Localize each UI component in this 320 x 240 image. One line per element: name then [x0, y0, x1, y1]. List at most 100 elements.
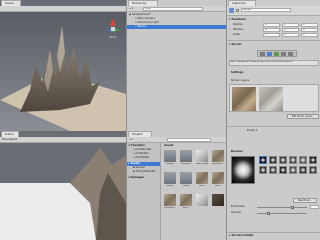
- stone-icon: [196, 172, 208, 184]
- transform-row-label: Position: [233, 23, 244, 26]
- brush-swatch[interactable]: [299, 166, 307, 174]
- scene-view-panel: Scene Persp: [0, 0, 126, 131]
- hierarchy-item-label: Main Camera: [137, 17, 155, 20]
- tree-icon[interactable]: [274, 52, 279, 56]
- terrain-layers-box: [229, 84, 319, 112]
- terrain-collider-header[interactable]: ▸ Terrain Collider: [229, 234, 254, 238]
- asset-tile[interactable]: Terrain..: [163, 171, 177, 191]
- brush-swatch[interactable]: [279, 166, 287, 174]
- hierarchy-toolbar: + ▾ Q-All: [127, 6, 226, 12]
- scene-tab-label: Scene: [5, 1, 15, 5]
- brush-swatch[interactable]: [309, 166, 317, 174]
- brush-swatch[interactable]: [289, 166, 297, 174]
- asset-tile[interactable]: Rock..: [211, 171, 225, 191]
- game-tab-label: Game: [5, 132, 14, 136]
- asset-grid: Scenes Tiling Ma.. New Terrain MossRock.. Te…: [163, 149, 226, 239]
- help-box: Paint the selected material layer onto t…: [229, 60, 319, 66]
- slider-handle[interactable]: [267, 212, 270, 215]
- opacity-slider[interactable]: [257, 212, 307, 215]
- object-name-field[interactable]: Terrain: [241, 8, 291, 12]
- brush-size-slider[interactable]: [257, 206, 307, 209]
- hierarchy-item-label: Terrain: [137, 25, 147, 28]
- cube-icon: [229, 8, 234, 13]
- edit-terrain-layers-button[interactable]: Edit Terrain Layers...: [287, 114, 319, 119]
- hierarchy-search-input[interactable]: Q-All: [143, 7, 203, 11]
- asset-tile-label: Tiling Ma..: [180, 163, 192, 165]
- position-x-field[interactable]: 0: [263, 23, 280, 27]
- divider: [227, 232, 320, 233]
- stone-icon: [164, 194, 176, 206]
- rotation-y-field[interactable]: 0: [282, 28, 299, 32]
- persp-label: Persp: [109, 36, 117, 39]
- folder-icon: [164, 150, 176, 162]
- asset-tile[interactable]: [211, 193, 225, 213]
- asset-tile[interactable]: Scenes: [163, 149, 177, 169]
- terrain-layers-label: Terrain Layers: [231, 79, 250, 82]
- create-dropdown[interactable]: + ▾: [129, 7, 133, 10]
- divider: [227, 40, 320, 41]
- asset-tile[interactable]: [195, 193, 209, 213]
- inspector-panel: Inspector Terrain ▾ Transform Position R…: [226, 0, 320, 240]
- terrain-layer-thumb[interactable]: [259, 87, 283, 111]
- asset-tile-label: New Terrain: [195, 163, 209, 165]
- project-create-dropdown[interactable]: + ▾: [129, 138, 133, 141]
- asset-tile[interactable]: Stones: [179, 171, 193, 191]
- aspect-dropdown[interactable]: Free Aspect: [2, 138, 17, 141]
- project-search-input[interactable]: [167, 138, 211, 142]
- cube-icon: [196, 150, 208, 162]
- brush-size-value[interactable]: [310, 205, 319, 209]
- hierarchy-tab-label: Hierarchy: [132, 1, 147, 5]
- asset-folder[interactable]: ▪ Tiling Materials: [133, 170, 155, 174]
- asset-tile[interactable]: MossRock..: [211, 149, 225, 169]
- active-checkbox[interactable]: [236, 9, 239, 12]
- paint-texture-icon[interactable]: [267, 52, 272, 56]
- asset-tile-label: Mossrock..: [164, 207, 176, 209]
- scene-canvas[interactable]: [0, 12, 126, 131]
- asset-tile[interactable]: Rock..: [179, 193, 193, 213]
- settings-header[interactable]: Settings: [231, 71, 243, 75]
- favorites-item[interactable]: ⌕ All Prefabs: [133, 156, 149, 160]
- project-tree: ★ Favorites ⌕ All Materials ⌕ All Models…: [127, 143, 161, 240]
- terrain-component-header[interactable]: ▾ Terrain: [229, 43, 241, 47]
- game-canvas[interactable]: [0, 143, 126, 240]
- brush-swatch[interactable]: [279, 156, 287, 164]
- asset-tile-label: Stones: [182, 185, 190, 187]
- breadcrumb: Assets: [164, 144, 174, 147]
- asset-tile-label: Terrain..: [165, 185, 175, 187]
- scale-x-field[interactable]: 0: [263, 33, 280, 37]
- brush-swatch[interactable]: [299, 156, 307, 164]
- details-icon[interactable]: [281, 52, 286, 56]
- rotation-z-field[interactable]: 0: [301, 28, 318, 32]
- asset-tile-label: Scenes: [166, 163, 174, 165]
- asset-tile[interactable]: Tiling Ma..: [179, 149, 193, 169]
- rotation-x-field[interactable]: 0: [263, 28, 280, 32]
- terrain-layer-thumb[interactable]: [232, 87, 256, 111]
- brush-preview[interactable]: [231, 156, 255, 184]
- transform-header[interactable]: ▾ Transform: [229, 18, 246, 22]
- scale-z-field[interactable]: 0: [301, 33, 318, 37]
- position-z-field[interactable]: 0: [301, 23, 318, 27]
- slider-handle[interactable]: [291, 206, 294, 209]
- scene-name: SampleScene*: [131, 13, 151, 16]
- asset-tile[interactable]: Rock..: [195, 171, 209, 191]
- hierarchy-panel: Hierarchy + ▾ Q-All ◆ SampleScene* ▫ Mai…: [126, 0, 226, 131]
- brush-swatch[interactable]: [269, 166, 277, 174]
- gear-icon[interactable]: [288, 52, 293, 56]
- brush-swatch[interactable]: [259, 166, 267, 174]
- brush-swatch[interactable]: [269, 156, 277, 164]
- stone-icon: [212, 150, 224, 162]
- hierarchy-item-selected[interactable]: ▫ Terrain: [127, 25, 226, 29]
- brush-swatch[interactable]: [259, 156, 267, 164]
- scale-y-field[interactable]: 0: [282, 33, 299, 37]
- asset-tile[interactable]: Mossrock..: [163, 193, 177, 213]
- asset-tile[interactable]: New Terrain: [195, 149, 209, 169]
- new-brush-button[interactable]: New Brush...: [293, 198, 317, 203]
- raise-terrain-icon[interactable]: [260, 52, 265, 56]
- stone-icon: [212, 172, 224, 184]
- transform-row-label: Rotation: [233, 28, 244, 31]
- brush-swatch[interactable]: [289, 156, 297, 164]
- brush-swatch[interactable]: [309, 156, 317, 164]
- packages-root[interactable]: ▸ Packages: [128, 176, 144, 180]
- position-y-field[interactable]: 0: [282, 23, 299, 27]
- cube-icon: [196, 194, 208, 206]
